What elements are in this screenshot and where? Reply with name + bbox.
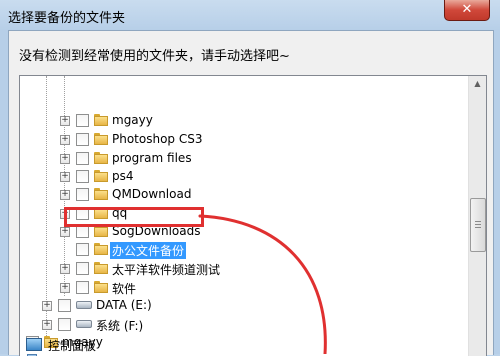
tree-item-label: SogDownloads <box>112 224 201 238</box>
tree-item-photoshop-cs3[interactable]: + Photoshop CS3 <box>20 131 460 149</box>
folder-icon <box>94 243 108 255</box>
checkbox[interactable] <box>76 170 89 183</box>
tree-item-label: DATA (E:) <box>96 298 152 312</box>
folder-icon <box>94 114 108 126</box>
expand-icon[interactable]: + <box>60 135 70 145</box>
expand-icon[interactable]: + <box>60 209 70 219</box>
expand-icon[interactable]: + <box>60 116 70 126</box>
expand-icon[interactable]: + <box>60 227 70 237</box>
tree-item-ps4[interactable]: + ps4 <box>20 168 460 186</box>
tree-item-label: qq <box>112 206 128 220</box>
tree-item-label: QMDownload <box>112 187 192 201</box>
folder-icon <box>94 207 108 219</box>
tree-item-label: 软件 <box>112 282 137 296</box>
dialog-title: 选择要备份的文件夹 <box>8 11 126 26</box>
expand-icon[interactable]: + <box>60 190 70 200</box>
tree-item-drive-f[interactable]: + 系统 (F:) <box>20 316 460 334</box>
checkbox[interactable] <box>76 262 89 275</box>
tree-item-software[interactable]: + 软件 <box>20 279 460 297</box>
expand-icon[interactable]: + <box>60 154 70 164</box>
tree-item-qq[interactable]: + qq <box>20 205 460 223</box>
tree-item-office-backup[interactable]: 办公文件备份 <box>20 241 460 259</box>
folder-icon <box>94 188 108 200</box>
expand-icon[interactable]: + <box>42 301 52 311</box>
control-panel-icon <box>26 338 42 351</box>
drive-icon <box>76 320 92 328</box>
folder-icon <box>94 225 108 237</box>
instruction-text: 没有检测到经常使用的文件夹，请手动选择吧~ <box>19 49 290 64</box>
title-bar: 选择要备份的文件夹 ✕ <box>0 0 500 30</box>
tree-item-label: 控制面板 <box>48 339 97 353</box>
tree-item-mgayy[interactable]: + mgayy <box>20 112 460 130</box>
checkbox[interactable] <box>76 133 89 146</box>
folder-icon <box>94 152 108 164</box>
tree-item-program-files[interactable]: + program files <box>20 150 460 168</box>
folder-icon <box>94 262 108 274</box>
scroll-up-icon[interactable]: ▲ <box>470 76 485 92</box>
folder-icon <box>94 133 108 145</box>
checkbox[interactable] <box>76 152 89 165</box>
tree-item-control-panel[interactable]: 控制面板 <box>26 336 226 354</box>
scroll-thumb[interactable] <box>470 198 486 252</box>
tree-item-label: 系统 (F:) <box>96 319 144 333</box>
tree-item-label: program files <box>112 151 192 165</box>
folder-tree: + mgayy + Photoshop CS3 + program files <box>19 75 487 356</box>
tree-item-pconline-test[interactable]: + 太平洋软件频道测试 <box>20 260 460 278</box>
folder-icon <box>94 281 108 293</box>
expand-icon[interactable]: + <box>42 320 52 330</box>
tree-item-label: 办公文件备份 <box>110 242 187 259</box>
folder-icon <box>94 170 108 182</box>
drive-icon <box>76 301 92 309</box>
tree-item-drive-e[interactable]: + DATA (E:) <box>20 297 460 315</box>
tree-item-qmdownload[interactable]: + QMDownload <box>20 186 460 204</box>
expand-icon[interactable]: + <box>60 283 70 293</box>
expand-icon[interactable]: + <box>60 264 70 274</box>
tree-item-label: ps4 <box>112 169 134 183</box>
checkbox[interactable] <box>58 299 71 312</box>
tree-item-label: 太平洋软件频道测试 <box>112 263 221 277</box>
checkbox[interactable] <box>76 114 89 127</box>
checkbox[interactable] <box>76 243 89 256</box>
tree-item-sogdownloads[interactable]: + SogDownloads <box>20 223 460 241</box>
close-button[interactable]: ✕ <box>444 0 490 21</box>
checkbox[interactable] <box>76 281 89 294</box>
expand-icon[interactable]: + <box>60 172 70 182</box>
dialog-content: 没有检测到经常使用的文件夹，请手动选择吧~ + mgayy + Photosho… <box>8 30 494 356</box>
checkbox[interactable] <box>76 207 89 220</box>
vertical-scrollbar[interactable]: ▲ <box>468 76 486 356</box>
checkbox[interactable] <box>76 225 89 238</box>
tree-item-label: Photoshop CS3 <box>112 132 203 146</box>
checkbox[interactable] <box>58 318 71 331</box>
backup-folder-dialog: 选择要备份的文件夹 ✕ 没有检测到经常使用的文件夹，请手动选择吧~ + mgay… <box>0 0 500 356</box>
checkbox[interactable] <box>76 188 89 201</box>
tree-item-label: mgayy <box>112 113 153 127</box>
